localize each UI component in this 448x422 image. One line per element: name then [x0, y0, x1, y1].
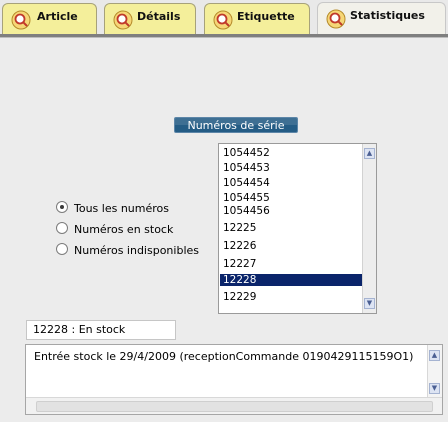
serial-number-list[interactable]: 1054452 1054453 1054454 1054455 1054456 … — [218, 143, 377, 314]
tab-statistiques-label: Statistiques — [350, 9, 425, 22]
list-item[interactable]: 1054453 — [223, 162, 363, 174]
magnifier-icon — [326, 9, 346, 29]
radio-all-numbers[interactable]: Tous les numéros — [56, 201, 169, 217]
section-title-serial-numbers: Numéros de série — [174, 117, 298, 133]
list-scrollbar[interactable]: ▲ ▼ — [362, 144, 376, 313]
radio-label: Tous les numéros — [74, 202, 169, 215]
history-text: Entrée stock le 29/4/2009 (receptionComm… — [34, 350, 414, 363]
radio-label: Numéros indisponibles — [74, 244, 199, 257]
radio-in-stock-numbers[interactable]: Numéros en stock — [56, 222, 173, 238]
list-item[interactable]: 1054456 — [223, 205, 363, 217]
list-item[interactable]: 12225 — [223, 222, 363, 234]
tab-details-label: Détails — [137, 10, 181, 23]
history-memo[interactable]: Entrée stock le 29/4/2009 (receptionComm… — [25, 344, 443, 415]
radio-button[interactable] — [56, 222, 68, 234]
scrollbar-thumb[interactable] — [36, 401, 433, 412]
tab-article[interactable]: Article — [2, 3, 97, 35]
radio-button[interactable] — [56, 201, 68, 213]
magnifier-icon — [113, 10, 133, 30]
list-item[interactable]: 12229 — [223, 291, 363, 303]
list-item[interactable]: 1054452 — [223, 147, 363, 159]
tab-statistiques[interactable]: Statistiques — [317, 2, 446, 35]
serial-status-field: 12228 : En stock — [26, 320, 176, 340]
list-item[interactable]: 12227 — [223, 258, 363, 270]
tab-etiquette[interactable]: Etiquette — [204, 3, 310, 35]
magnifier-icon — [11, 10, 31, 30]
list-item[interactable]: 1054454 — [223, 177, 363, 189]
radio-unavailable-numbers[interactable]: Numéros indisponibles — [56, 243, 199, 259]
scroll-up-icon[interactable]: ▲ — [429, 350, 440, 361]
radio-label: Numéros en stock — [74, 223, 174, 236]
memo-vertical-scrollbar[interactable]: ▲ ▼ — [427, 345, 442, 398]
scroll-down-icon[interactable]: ▼ — [429, 383, 440, 394]
tab-etiquette-label: Etiquette — [237, 10, 295, 23]
list-item-selected[interactable]: 12228 — [220, 274, 365, 286]
list-item[interactable]: 12226 — [223, 240, 363, 252]
tab-details[interactable]: Détails — [104, 3, 196, 35]
tab-article-label: Article — [37, 10, 78, 23]
scroll-down-icon[interactable]: ▼ — [364, 298, 375, 309]
magnifier-icon — [213, 10, 233, 30]
list-item[interactable]: 1054455 — [223, 192, 363, 204]
memo-horizontal-scrollbar[interactable] — [26, 397, 442, 414]
radio-button[interactable] — [56, 243, 68, 255]
scroll-up-icon[interactable]: ▲ — [364, 148, 375, 159]
